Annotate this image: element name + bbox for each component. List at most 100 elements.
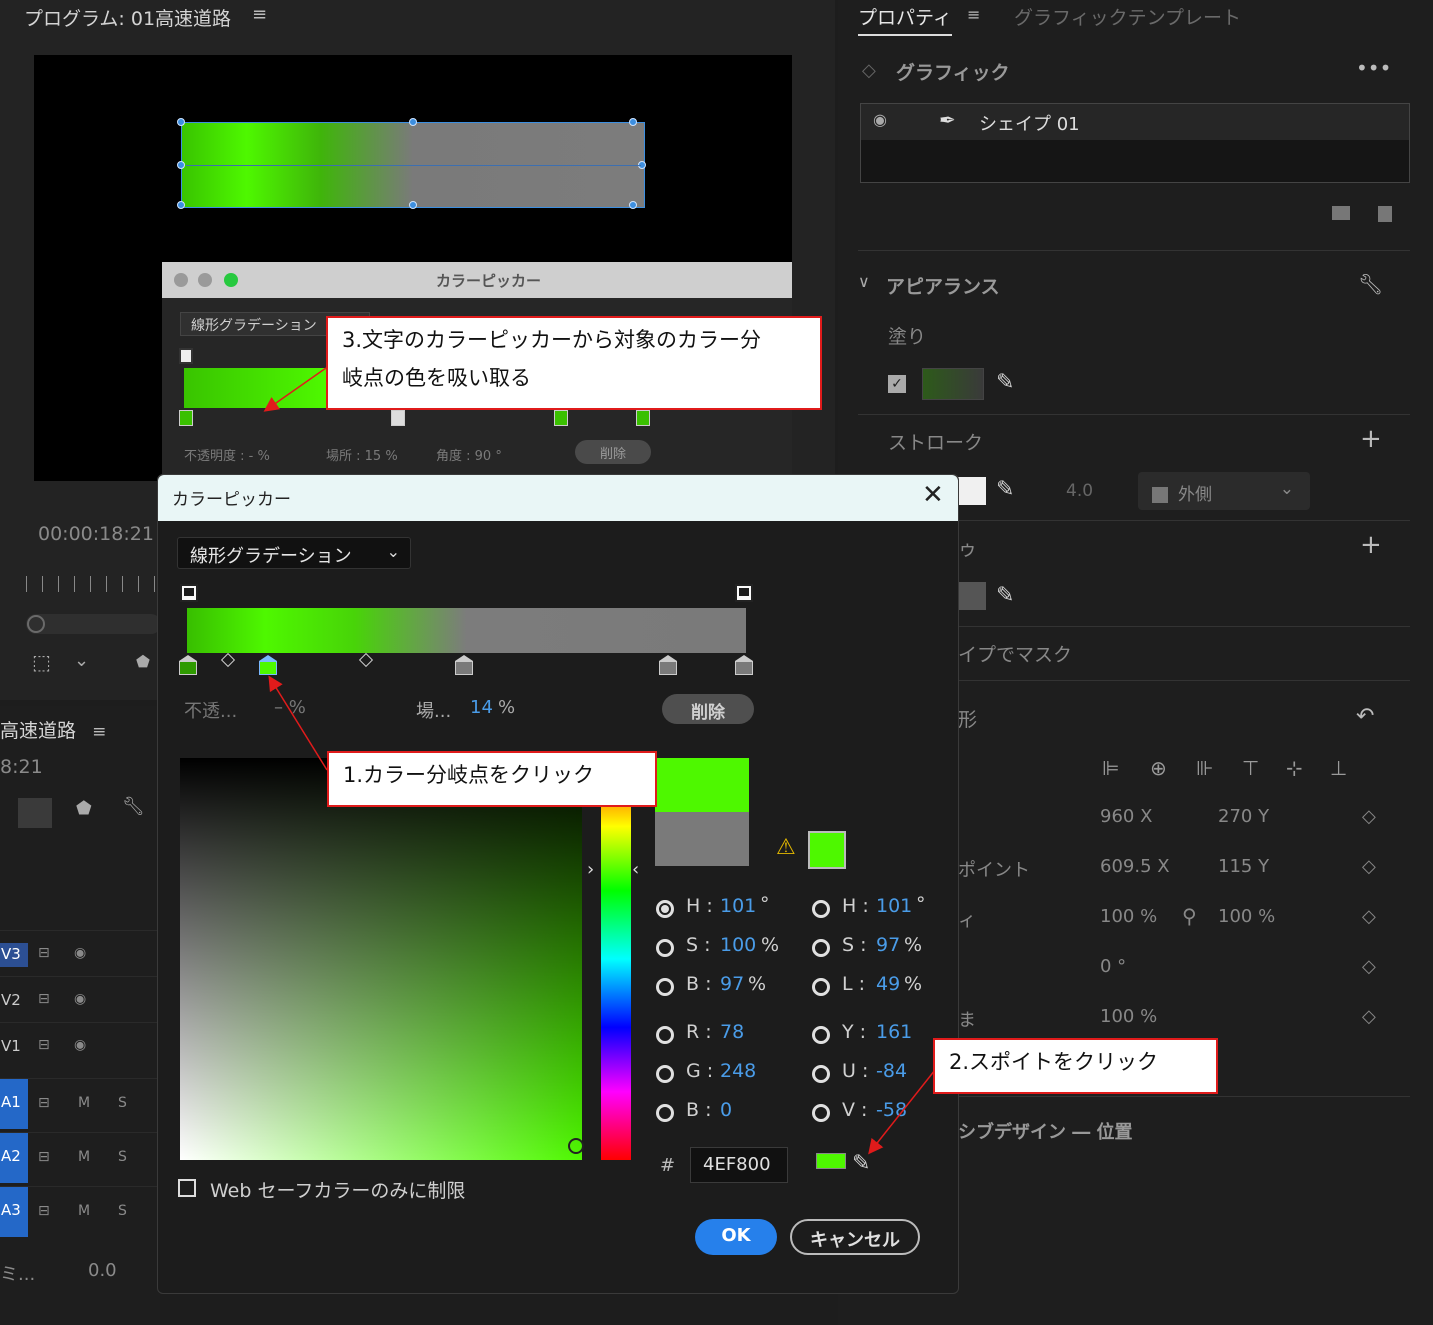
track-output-icon[interactable]: ⊟ [38, 1149, 50, 1165]
eyedropper-icon[interactable]: ✎ [996, 583, 1014, 608]
program-timecode[interactable]: 00:00:18:21 [38, 523, 154, 545]
midpoint-diamond[interactable] [220, 652, 236, 668]
track-v2[interactable]: V2 ⊟ ◉ [0, 976, 160, 1022]
yuv-u-value[interactable]: -84 [876, 1060, 907, 1082]
track-a1[interactable]: A1 ⊟ M S [0, 1078, 160, 1132]
position-y[interactable]: 270 Y [1218, 806, 1269, 827]
solo-button[interactable]: S [118, 1095, 127, 1111]
keyframe-icon[interactable]: ◇ [1362, 1006, 1376, 1027]
track-a2[interactable]: A2 ⊟ M S [0, 1132, 160, 1186]
background-opacity-stop[interactable] [179, 348, 193, 364]
radio-hsb-s[interactable] [656, 939, 674, 957]
align-center-icon[interactable]: ⊕ [1150, 756, 1167, 780]
layer-row[interactable]: ◉ ✒ シェイプ 01 [861, 104, 1409, 140]
track-v1[interactable]: V1 ⊟ ◉ [0, 1022, 160, 1068]
wrench-icon[interactable]: 🔧︎ [122, 796, 145, 817]
shadow-swatch[interactable] [958, 582, 986, 610]
window-close-dot[interactable] [174, 273, 188, 287]
add-stroke-button[interactable]: + [1360, 424, 1382, 454]
hue-slider[interactable] [601, 758, 631, 1160]
keyframe-icon[interactable]: ◇ [1362, 956, 1376, 977]
reset-icon[interactable]: ↶ [1356, 704, 1374, 729]
track-a3[interactable]: A3 ⊟ M S [0, 1186, 160, 1240]
track-output-icon[interactable]: ⊟ [38, 945, 50, 961]
radio-yuv-u[interactable] [812, 1065, 830, 1083]
zoom-scrollbar[interactable] [26, 614, 161, 634]
rgb-b-value[interactable]: 0 [720, 1099, 732, 1121]
window-minimize-dot[interactable] [198, 273, 212, 287]
delete-stop-button[interactable]: 削除 [662, 694, 754, 724]
eyedropper-icon[interactable]: ✎ [996, 477, 1014, 502]
rgb-g-value[interactable]: 248 [720, 1060, 756, 1082]
align-right-icon[interactable]: ⊪ [1196, 756, 1213, 780]
close-icon[interactable]: ✕ [922, 480, 944, 510]
websafe-swatch[interactable] [808, 831, 846, 869]
marker-icon[interactable]: ⬟ [136, 652, 150, 671]
background-color-stop[interactable] [636, 410, 650, 426]
scale-width[interactable]: 100 % [1100, 906, 1157, 927]
hex-input[interactable]: 4EF800 [690, 1147, 788, 1183]
track-label[interactable]: A3 [0, 1187, 28, 1237]
shape-handle[interactable] [409, 201, 417, 209]
yuv-v-value[interactable]: -58 [876, 1099, 907, 1121]
track-v3[interactable]: V3 ⊟ ◉ [0, 930, 160, 976]
hue-slider-left-arrow[interactable]: › [587, 859, 594, 880]
track-output-icon[interactable]: ⊟ [38, 991, 50, 1007]
add-shadow-button[interactable]: + [1360, 530, 1382, 560]
track-label[interactable]: V2 [0, 989, 28, 1013]
solo-button[interactable]: S [118, 1203, 127, 1219]
position-x[interactable]: 960 X [1100, 806, 1152, 827]
mute-button[interactable]: M [78, 1095, 90, 1111]
gradient-mode-select[interactable]: 線形グラデーション ⌄ [177, 537, 411, 569]
opacity-stop-right[interactable] [735, 584, 753, 602]
radio-rgb-r[interactable] [656, 1026, 674, 1044]
rgb-r-value[interactable]: 78 [720, 1021, 744, 1043]
shape-handle[interactable] [177, 161, 185, 169]
hue-slider-right-arrow[interactable]: ‹ [632, 859, 639, 880]
program-menu-icon[interactable]: ≡ [252, 4, 267, 25]
eye-icon[interactable]: ◉ [873, 110, 887, 129]
ok-button[interactable]: OK [695, 1219, 777, 1255]
chevron-down-icon[interactable]: ∨ [858, 272, 870, 291]
keyframe-icon[interactable]: ◇ [1362, 906, 1376, 927]
stop-opacity-value[interactable]: – % [274, 697, 306, 718]
marker-icon[interactable]: ⬟ [76, 798, 92, 819]
radio-rgb-b[interactable] [656, 1104, 674, 1122]
radio-hsl-s[interactable] [812, 939, 830, 957]
eye-icon[interactable]: ◉ [74, 991, 86, 1007]
window-zoom-dot[interactable] [224, 273, 238, 287]
stroke-swatch[interactable] [958, 477, 986, 505]
shape-handle[interactable] [177, 118, 185, 126]
folder-icon[interactable] [1332, 206, 1350, 220]
mix-value[interactable]: 0.0 [88, 1260, 117, 1281]
fill-checkbox[interactable]: ✓ [888, 375, 906, 393]
hsb-s-value[interactable]: 100 [720, 934, 756, 956]
track-output-icon[interactable]: ⊟ [38, 1037, 50, 1053]
tab-graphic-templates[interactable]: グラフィックテンプレート [1014, 3, 1241, 30]
color-stop[interactable] [455, 655, 473, 675]
websafe-checkbox[interactable] [178, 1179, 196, 1197]
midpoint-diamond[interactable] [358, 652, 374, 668]
hsb-b-value[interactable]: 97 [720, 973, 744, 995]
more-options-icon[interactable]: ••• [1356, 56, 1391, 80]
solo-button[interactable]: S [118, 1149, 127, 1165]
align-middle-icon[interactable]: ⊹ [1286, 756, 1303, 780]
shape-handle[interactable] [629, 201, 637, 209]
opacity-value[interactable]: 100 % [1100, 1006, 1157, 1027]
color-field-cursor[interactable] [568, 1138, 584, 1154]
fill-swatch[interactable] [922, 368, 984, 400]
timeline-menu-icon[interactable]: ≡ [92, 722, 106, 742]
background-delete-button[interactable]: 削除 [575, 440, 651, 464]
track-label[interactable]: V3 [0, 943, 28, 967]
keyframe-icon[interactable]: ◇ [1362, 806, 1376, 827]
scale-height[interactable]: 100 % [1218, 906, 1275, 927]
color-stop[interactable] [179, 655, 197, 675]
radio-hsb-b[interactable] [656, 978, 674, 996]
opacity-stop-left[interactable] [180, 584, 198, 602]
hsl-l-value[interactable]: 49 [876, 973, 900, 995]
color-stop[interactable] [659, 655, 677, 675]
yuv-y-value[interactable]: 161 [876, 1021, 912, 1043]
track-output-icon[interactable]: ⊟ [38, 1203, 50, 1219]
shape-handle[interactable] [409, 118, 417, 126]
background-color-stop[interactable] [179, 410, 193, 426]
